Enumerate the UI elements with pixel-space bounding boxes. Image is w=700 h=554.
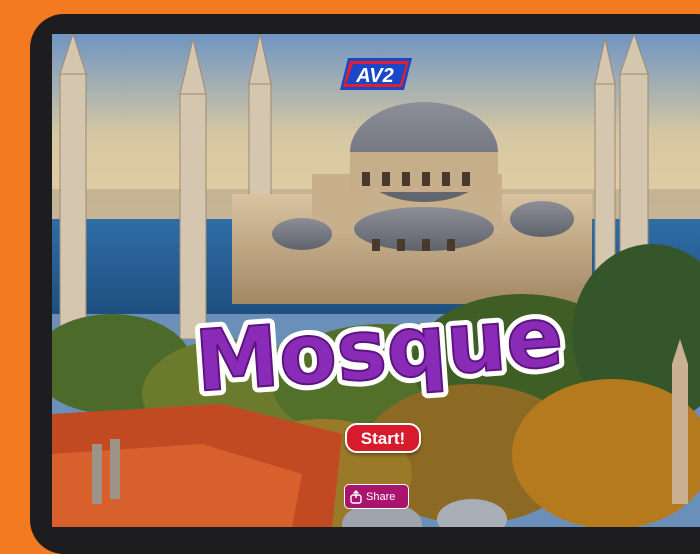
book-title: Mosque <box>192 287 566 410</box>
av2-logo: AV2 <box>340 58 412 90</box>
start-button[interactable]: Start! <box>345 423 421 453</box>
share-button[interactable]: Share <box>344 484 409 509</box>
share-label: Share <box>366 490 396 503</box>
book-cover-screen: AV2 Mosque Mosque Start! Share <box>52 34 700 527</box>
cover-photo <box>52 34 700 527</box>
logo-text: AV2 <box>355 65 393 87</box>
title-banner: Mosque Mosque <box>186 281 572 422</box>
share-icon <box>350 489 362 504</box>
